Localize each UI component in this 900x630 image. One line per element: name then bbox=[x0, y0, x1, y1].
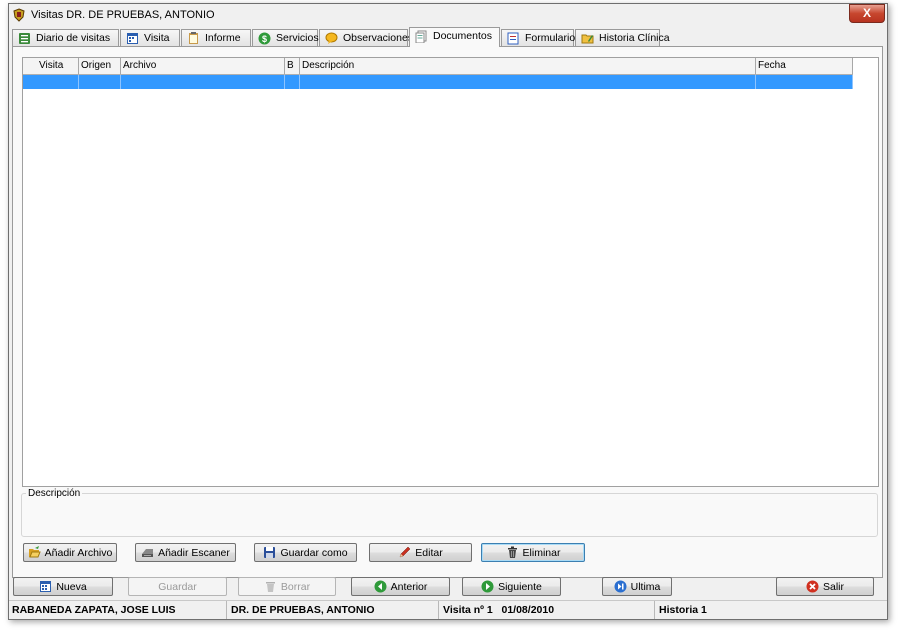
previous-button[interactable]: Anterior bbox=[351, 577, 450, 596]
documentos-panel: Visita Origen Archivo B Descripción Fech… bbox=[12, 46, 883, 578]
column-header-fecha[interactable]: Fecha bbox=[756, 58, 853, 74]
tab-diario-de-visitas[interactable]: Diario de visitas bbox=[12, 29, 119, 46]
next-button[interactable]: Siguiente bbox=[462, 577, 561, 596]
erase-button[interactable]: Borrar bbox=[238, 577, 336, 596]
close-circle-icon bbox=[806, 580, 819, 593]
tab-observaciones[interactable]: Observaciones bbox=[319, 29, 413, 46]
status-doctor: DR. DE PRUEBAS, ANTONIO bbox=[227, 601, 439, 619]
save-as-label: Guardar como bbox=[280, 547, 348, 559]
erase-label: Borrar bbox=[280, 581, 311, 593]
add-file-label: Añadir Archivo bbox=[44, 547, 113, 559]
tab-formularios[interactable]: Formularios bbox=[501, 29, 580, 46]
edit-button[interactable]: Editar bbox=[369, 543, 472, 562]
save-as-button[interactable]: Guardar como bbox=[254, 543, 357, 562]
description-label: Descripción bbox=[26, 488, 83, 499]
pencil-icon bbox=[399, 546, 411, 558]
visitas-window: Visitas DR. DE PRUEBAS, ANTONIO X Diario… bbox=[8, 3, 888, 620]
column-header-archivo[interactable]: Archivo bbox=[121, 58, 285, 74]
documents-table[interactable]: Visita Origen Archivo B Descripción Fech… bbox=[22, 57, 879, 487]
table-cell bbox=[121, 75, 285, 89]
dollar-icon: $ bbox=[258, 32, 271, 45]
table-row[interactable] bbox=[23, 75, 853, 89]
save-button[interactable]: Guardar bbox=[128, 577, 227, 596]
new-label: Nueva bbox=[56, 581, 87, 593]
clipboard-icon bbox=[189, 32, 198, 44]
tab-documentos[interactable]: Documentos bbox=[409, 27, 500, 47]
delete-button[interactable]: Eliminar bbox=[481, 543, 585, 562]
table-cell bbox=[756, 75, 853, 89]
add-scanner-button[interactable]: Añadir Escaner bbox=[135, 543, 236, 562]
tab-label: Observaciones bbox=[343, 32, 414, 44]
add-file-button[interactable]: Añadir Archivo bbox=[23, 543, 117, 562]
exit-button[interactable]: Salir bbox=[776, 577, 874, 596]
table-cell bbox=[285, 75, 300, 89]
tab-label: Documentos bbox=[433, 30, 492, 42]
status-history: Historia 1 bbox=[659, 604, 707, 616]
save-label: Guardar bbox=[158, 581, 197, 593]
tab-label: Formularios bbox=[525, 32, 581, 44]
tab-label: Visita bbox=[144, 32, 170, 44]
arrow-left-icon bbox=[374, 580, 387, 593]
tab-visita[interactable]: Visita bbox=[120, 29, 180, 46]
close-button[interactable]: X bbox=[849, 4, 885, 23]
folder-open-icon bbox=[28, 546, 41, 558]
tab-informe[interactable]: Informe bbox=[181, 29, 251, 46]
edit-label: Editar bbox=[415, 547, 443, 559]
documents-icon bbox=[415, 30, 427, 43]
tab-label: Historia Clínica bbox=[599, 32, 670, 44]
column-header-origen[interactable]: Origen bbox=[79, 58, 121, 74]
tab-label: Diario de visitas bbox=[36, 32, 111, 44]
exit-label: Salir bbox=[822, 581, 844, 593]
tab-strip: Diario de visitas Visita Informe $ Servi… bbox=[12, 27, 882, 47]
tab-label: Servicios bbox=[276, 32, 319, 44]
status-patient: RABANEDA ZAPATA, JOSE LUIS bbox=[9, 601, 227, 619]
tab-label: Informe bbox=[205, 32, 241, 44]
table-cell bbox=[300, 75, 756, 89]
status-bar: RABANEDA ZAPATA, JOSE LUIS DR. DE PRUEBA… bbox=[9, 600, 887, 619]
window-title: Visitas DR. DE PRUEBAS, ANTONIO bbox=[31, 9, 215, 21]
column-header-b[interactable]: B bbox=[285, 58, 300, 74]
tab-historia-clinica[interactable]: Historia Clínica bbox=[575, 29, 670, 46]
app-logo-icon bbox=[13, 8, 25, 22]
new-button[interactable]: Nueva bbox=[13, 577, 113, 596]
svg-text:$: $ bbox=[262, 34, 267, 44]
previous-label: Anterior bbox=[390, 581, 428, 593]
table-cell bbox=[79, 75, 121, 89]
add-scanner-label: Añadir Escaner bbox=[158, 547, 230, 559]
trash-icon bbox=[507, 546, 517, 558]
last-label: Ultima bbox=[630, 581, 661, 593]
speech-bubble-icon bbox=[325, 32, 338, 44]
delete-label: Eliminar bbox=[522, 547, 561, 559]
column-header-descripcion[interactable]: Descripción bbox=[300, 58, 756, 74]
tab-servicios[interactable]: $ Servicios bbox=[252, 29, 319, 46]
column-header-visita[interactable]: Visita bbox=[23, 58, 79, 74]
last-record-icon bbox=[614, 580, 627, 593]
title-bar[interactable]: Visitas DR. DE PRUEBAS, ANTONIO X bbox=[9, 4, 887, 26]
last-button[interactable]: Ultima bbox=[602, 577, 672, 596]
folder-edit-icon bbox=[581, 34, 594, 44]
next-label: Siguiente bbox=[498, 581, 542, 593]
trash-icon bbox=[265, 582, 275, 592]
scanner-icon bbox=[142, 549, 154, 557]
status-visit: Visita nº 1 01/08/2010 bbox=[439, 601, 655, 619]
arrow-right-icon bbox=[481, 580, 494, 593]
table-cell bbox=[23, 75, 79, 89]
table-header: Visita Origen Archivo B Descripción Fech… bbox=[23, 58, 853, 75]
calendar-icon bbox=[40, 581, 52, 592]
form-icon bbox=[507, 32, 519, 45]
floppy-disk-icon bbox=[264, 547, 276, 558]
calendar-icon bbox=[127, 33, 138, 44]
list-icon bbox=[19, 33, 30, 44]
description-field[interactable]: Descripción bbox=[21, 488, 878, 537]
